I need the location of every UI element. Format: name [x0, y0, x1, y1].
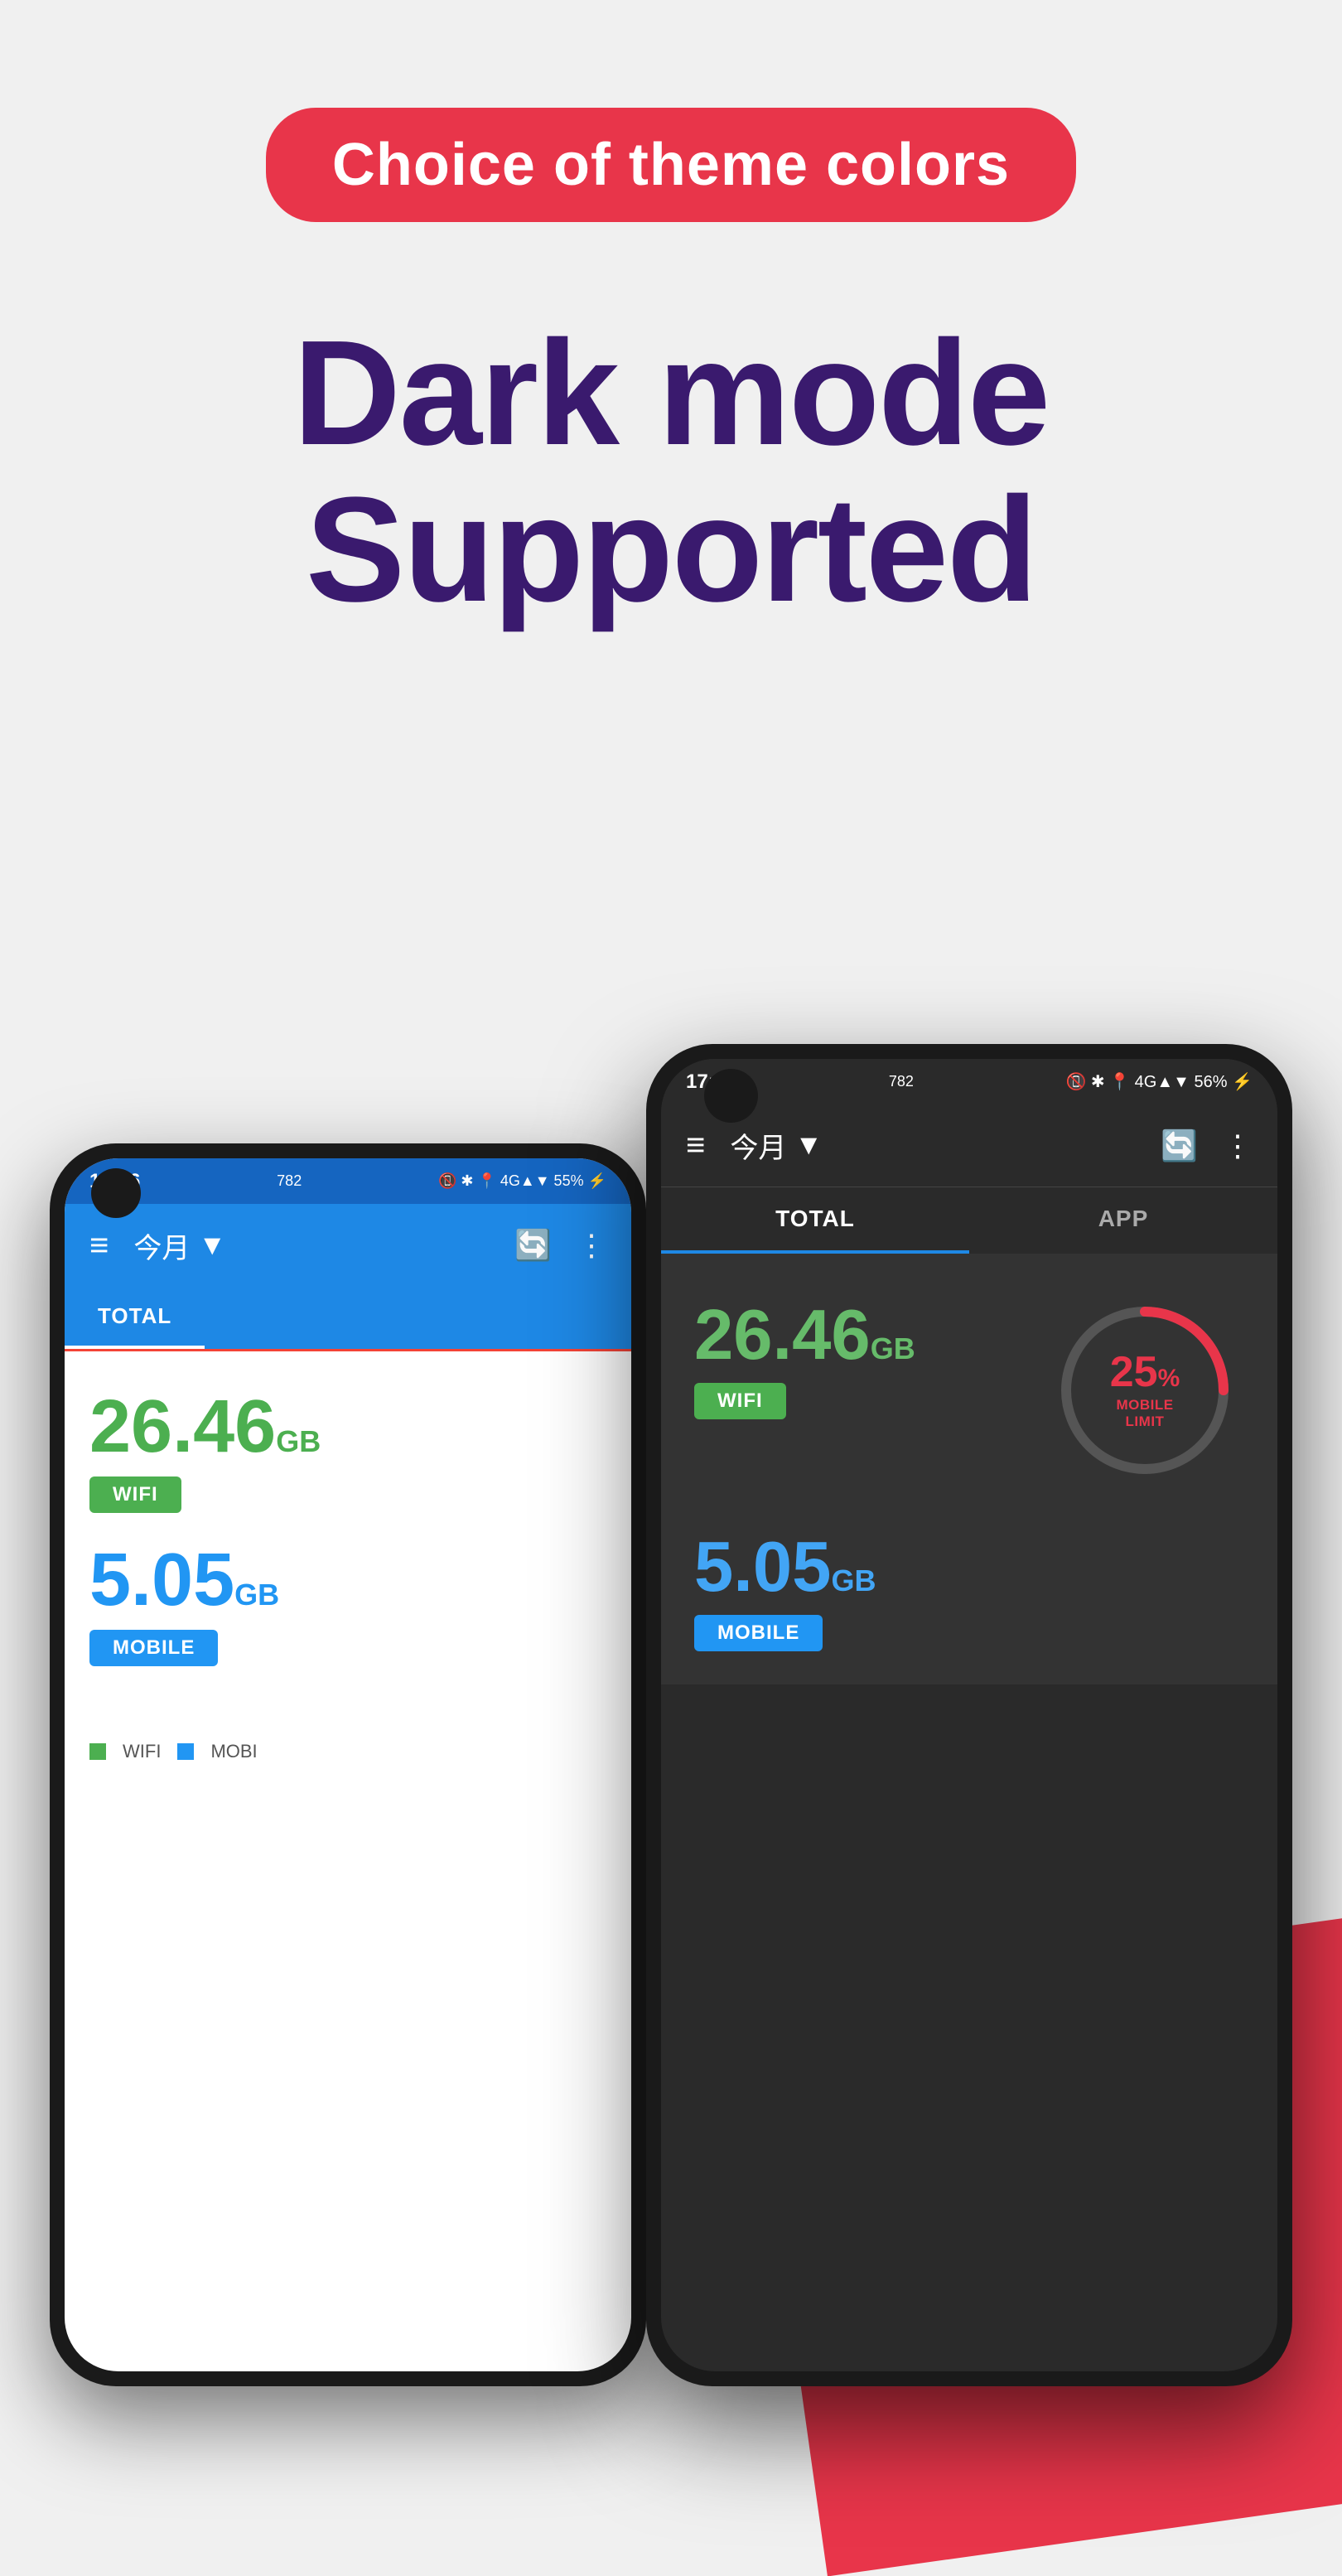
front-mb: 782	[889, 1073, 914, 1090]
tab-app-front[interactable]: APP	[969, 1187, 1277, 1254]
hamburger-icon-back[interactable]: ≡	[89, 1227, 109, 1264]
more-icon-front[interactable]: ⋮	[1223, 1129, 1253, 1163]
back-mb: 782	[277, 1172, 302, 1190]
mobile-tag-back: MOBILE	[89, 1630, 218, 1666]
mobile-value-back: 5.05GB	[89, 1539, 279, 1621]
legend-wifi-dot	[89, 1743, 106, 1760]
theme-badge: Choice of theme colors	[266, 108, 1076, 222]
refresh-icon-back[interactable]: 🔄	[514, 1228, 552, 1263]
mobile-tag-front: MOBILE	[694, 1615, 823, 1651]
wifi-tag-back: WIFI	[89, 1476, 181, 1513]
dropdown-icon-back: ▼	[198, 1230, 226, 1262]
tabs-front: TOTAL APP	[661, 1187, 1277, 1254]
heading-container: Dark mode Supported	[0, 315, 1342, 628]
legend-back: WIFI MOBI	[65, 1724, 631, 1779]
tab-total-front[interactable]: TOTAL	[661, 1187, 969, 1254]
content-back: 26.46GB WIFI 5.05GB MOBILE	[65, 1351, 631, 1724]
phone-front: 17:09 782 📵 ✱ 📍 4G▲▼ 56% ⚡ ≡ 今月 ▼ 🔄 ⋮ TO…	[646, 1044, 1292, 2386]
phone-back: 17:06 782 📵 ✱ 📍 4G▲▼ 55% ⚡ ≡ 今月 ▼ 🔄 ⋮ TO…	[50, 1143, 646, 2386]
refresh-icon-front[interactable]: 🔄	[1161, 1129, 1198, 1163]
legend-mobile-label: MOBI	[210, 1741, 257, 1762]
month-selector-back[interactable]: 今月 ▼	[133, 1225, 226, 1266]
front-status-icons: 📵 ✱ 📍 4G▲▼ 56% ⚡	[1065, 1071, 1253, 1092]
heading-line1: Dark mode	[0, 315, 1342, 471]
legend-mobile-dot	[177, 1743, 194, 1760]
mobile-section-front: 5.05GB MOBILE	[661, 1527, 1277, 1684]
phone-back-screen: 17:06 782 📵 ✱ 📍 4G▲▼ 55% ⚡ ≡ 今月 ▼ 🔄 ⋮ TO…	[65, 1158, 631, 2371]
wifi-tag-front: WIFI	[694, 1383, 786, 1419]
dropdown-icon-front: ▼	[794, 1129, 823, 1162]
app-bar-back: ≡ 今月 ▼ 🔄 ⋮	[65, 1204, 631, 1287]
phones-container: 17:06 782 📵 ✱ 📍 4G▲▼ 55% ⚡ ≡ 今月 ▼ 🔄 ⋮ TO…	[0, 936, 1342, 2386]
badge-text: Choice of theme colors	[332, 132, 1010, 198]
app-bar-front: ≡ 今月 ▼ 🔄 ⋮	[661, 1104, 1277, 1187]
tab-total-back[interactable]: TOTAL	[65, 1287, 205, 1349]
mobile-limit-gauge: 25% MOBILE LIMIT	[1050, 1295, 1240, 1486]
status-bar-back: 17:06 782 📵 ✱ 📍 4G▲▼ 55% ⚡	[65, 1158, 631, 1204]
month-label-front: 今月	[730, 1125, 786, 1166]
wifi-value-back: 26.46GB	[89, 1385, 321, 1468]
hamburger-icon-front[interactable]: ≡	[686, 1127, 705, 1164]
badge-container: Choice of theme colors	[0, 108, 1342, 222]
phone-back-camera	[91, 1168, 141, 1218]
more-icon-back[interactable]: ⋮	[577, 1228, 606, 1263]
heading-line2: Supported	[0, 471, 1342, 628]
content-right: 25% MOBILE LIMIT	[1045, 1295, 1244, 1486]
month-selector-front[interactable]: 今月 ▼	[730, 1125, 823, 1166]
mobile-value-front: 5.05GB	[694, 1527, 1244, 1608]
tabs-back: TOTAL	[65, 1287, 631, 1351]
legend-wifi-label: WIFI	[123, 1741, 161, 1762]
phone-front-camera	[704, 1069, 758, 1123]
phone-front-screen: 17:09 782 📵 ✱ 📍 4G▲▼ 56% ⚡ ≡ 今月 ▼ 🔄 ⋮ TO…	[661, 1059, 1277, 2371]
content-left: 26.46GB WIFI	[694, 1295, 1021, 1486]
content-front-main: 26.46GB WIFI	[661, 1254, 1277, 1527]
gauge-percent: 25%	[1098, 1351, 1193, 1394]
month-label-back: 今月	[133, 1225, 190, 1266]
back-status-icons: 📵 ✱ 📍 4G▲▼ 55% ⚡	[438, 1172, 606, 1190]
gauge-label: MOBILE LIMIT	[1098, 1397, 1193, 1430]
wifi-value-front: 26.46GB	[694, 1295, 1021, 1376]
gauge-center: 25% MOBILE LIMIT	[1098, 1351, 1193, 1430]
